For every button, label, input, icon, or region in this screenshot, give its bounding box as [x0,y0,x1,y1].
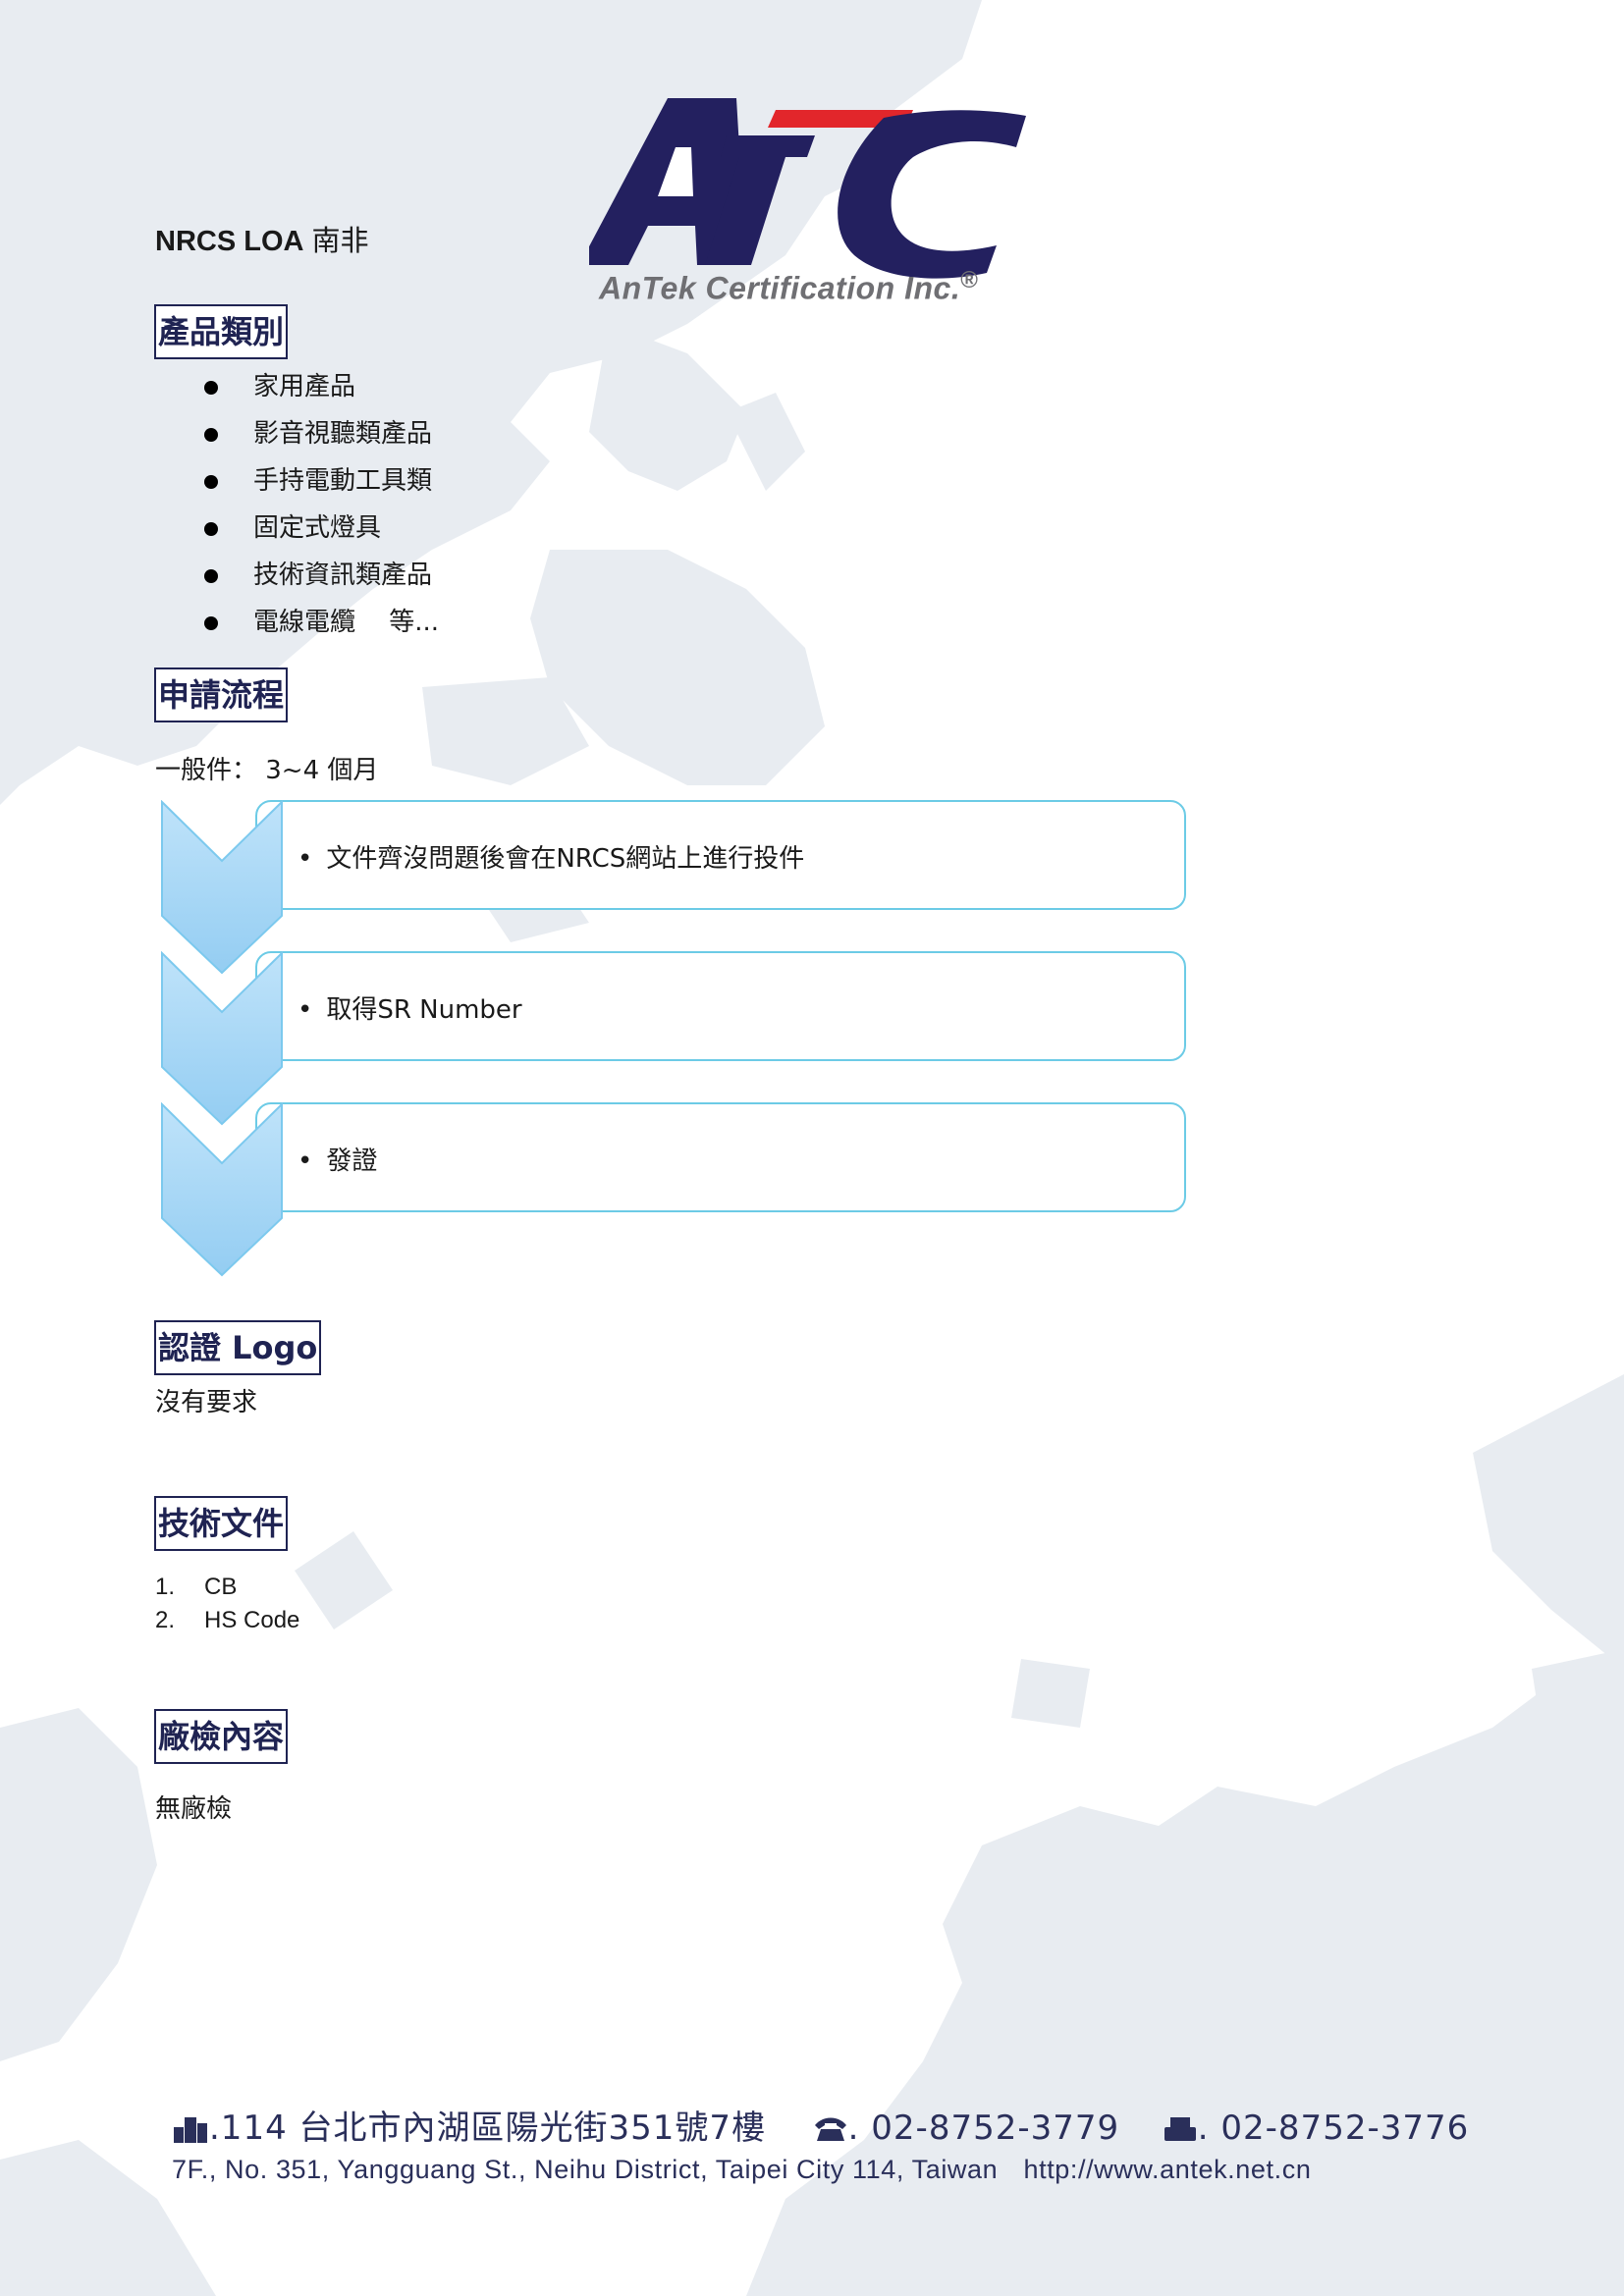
footer-fax: . 02-8752-3776 [1197,2109,1470,2148]
heading-cert-logo: 認證 Logo [154,1320,322,1375]
process-chevron-3 [161,1102,283,1277]
list-item: 影音視聽類產品 [196,410,439,457]
building-icon [174,2117,207,2143]
list-item: 手持電動工具類 [196,457,439,505]
telephone-icon [814,2117,846,2141]
heading-application-process: 申請流程 [154,667,289,722]
product-category-list: 家用產品 影音視聽類產品 手持電動工具類 固定式燈具 技術資訊類產品 電線電纜 … [196,363,439,646]
process-step-text-3: 發證 [298,1141,377,1177]
process-step-text-2: 取得SR Number [298,989,521,1026]
list-item: 家用產品 [196,363,439,410]
process-step-box-3 [255,1102,1186,1212]
footer-address-line: 7F., No. 351, Yangguang St., Neihu Distr… [172,2155,1311,2185]
process-chevron-1 [161,800,283,975]
tech-docs-list: 1. CB 2. HS Code [155,1571,299,1637]
list-item: 技術資訊類產品 [196,552,439,599]
footer-address-en: 7F., No. 351, Yangguang St., Neihu Distr… [172,2155,999,2184]
process-chevron-2 [161,951,283,1126]
fax-icon [1164,2117,1196,2141]
list-item: 電線電纜 等... [196,599,439,646]
cert-logo-text: 沒有要求 [155,1388,258,1417]
process-step-text-1: 文件齊沒問題後會在NRCS網站上進行投件 [298,838,804,875]
page-title: NRCS LOA 南非 [155,226,369,257]
list-item: 固定式燈具 [196,505,439,552]
heading-factory-inspection: 廠檢內容 [154,1709,289,1764]
heading-product-category: 產品類別 [154,304,289,359]
process-duration: 一般件： 3~4 個月 [155,756,379,785]
footer-phone: . 02-8752-3779 [847,2109,1120,2148]
list-item: 1. CB [155,1574,238,1600]
heading-tech-docs: 技術文件 [154,1496,289,1551]
footer-contact: .114 台北市內湖區陽光街351號7樓 . 02-8752-3779 . 02… [172,2101,1469,2149]
list-item: 2. HS Code [155,1607,300,1633]
factory-inspection-text: 無廠檢 [155,1794,233,1824]
logo-subtitle: AnTek Certification Inc.® [599,267,979,306]
footer-website-link[interactable]: http://www.antek.net.cn [1023,2155,1311,2184]
footer-address-zh: .114 台北市內湖區陽光街351號7樓 [209,2109,767,2148]
